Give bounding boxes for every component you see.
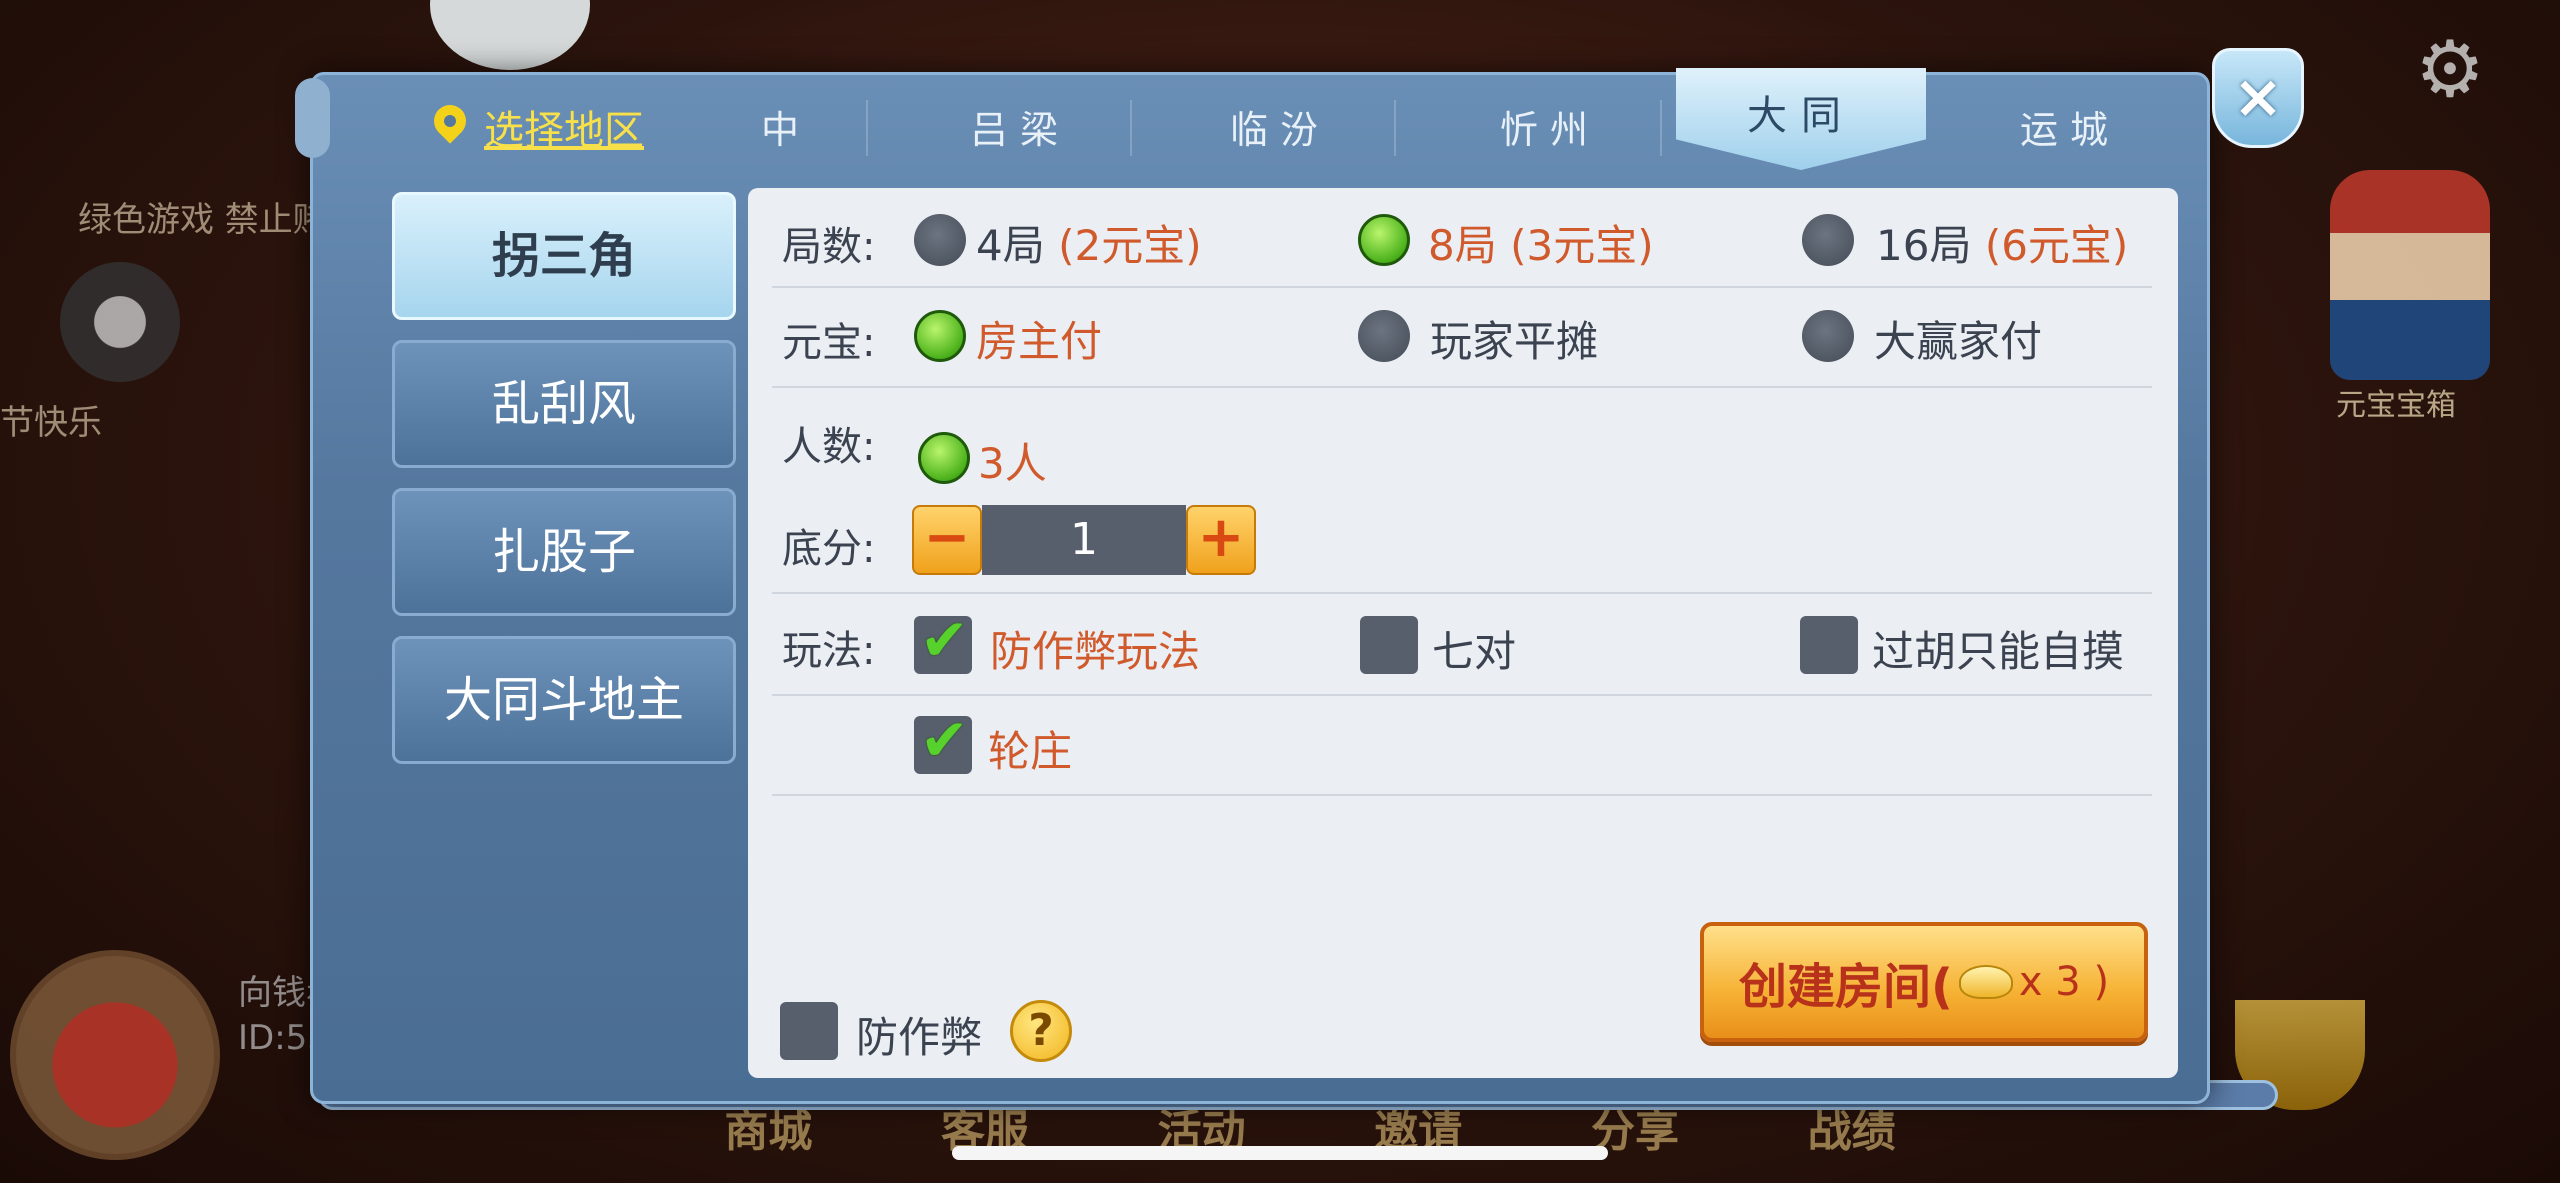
payment-option-host[interactable]: 房主付: [976, 308, 1102, 369]
region-select[interactable]: 选择地区: [430, 98, 644, 156]
tab-region-zhong[interactable]: 中: [750, 100, 810, 160]
divider: [772, 386, 2152, 388]
base-score-label: 底分:: [782, 526, 876, 572]
play-label: 玩法:: [782, 628, 876, 674]
game-item-guaisanjiao[interactable]: 拐三角: [392, 192, 736, 320]
mascot-image: [2330, 170, 2490, 380]
increase-button[interactable]: +: [1186, 505, 1256, 575]
rounds-option-16-text: 16局: [1876, 221, 1972, 270]
rounds-option-8-text: 8局: [1428, 221, 1497, 270]
stamp-icon: [60, 262, 180, 382]
payment-radio-winner[interactable]: [1802, 310, 1854, 362]
gear-icon[interactable]: ⚙: [2410, 30, 2490, 110]
home-indicator[interactable]: [952, 1146, 1608, 1160]
green-game-notice: 绿色游戏 禁止赌: [78, 200, 327, 240]
create-room-cost: x 3 ): [2018, 959, 2110, 1005]
rounds-option-16[interactable]: 16局 (6元宝): [1876, 212, 2128, 273]
rounds-option-8[interactable]: 8局 (3元宝): [1428, 212, 1654, 273]
rounds-label: 局数:: [782, 224, 876, 270]
treasure-box-label[interactable]: 元宝宝箱: [2336, 380, 2456, 424]
game-item-datong-doudizhu[interactable]: 大同斗地主: [392, 636, 736, 764]
players-option-3[interactable]: 3人: [978, 430, 1047, 491]
moon-decoration: [430, 0, 590, 70]
payment-option-split[interactable]: 玩家平摊: [1430, 308, 1598, 369]
base-score-value: 1: [982, 505, 1186, 575]
play-option-self-draw-only[interactable]: 过胡只能自摸: [1872, 618, 2124, 679]
checkmark-icon: ✔: [920, 606, 969, 674]
game-lobby-scene: 绿色游戏 禁止赌 节快乐 向钱看 ID:535 ⚙ 元宝宝箱 商城 客服 活动 …: [0, 0, 2560, 1183]
location-pin-icon: [430, 103, 470, 151]
rounds-option-4-text: 4局: [976, 221, 1045, 270]
close-button[interactable]: ×: [2212, 48, 2304, 148]
divider: [772, 286, 2152, 288]
rounds-option-16-cost: (6元宝): [1984, 221, 2129, 270]
play-option-anti-cheat[interactable]: 防作弊玩法: [990, 618, 1200, 679]
divider: [772, 694, 2152, 696]
checkbox-rotate-dealer[interactable]: ✔: [914, 710, 972, 774]
create-room-button[interactable]: 创建房间( x 3 ): [1700, 922, 2148, 1042]
game-item-zhaguzi[interactable]: 扎股子: [392, 488, 736, 616]
divider: [772, 794, 2152, 796]
rounds-option-4-cost: (2元宝): [1058, 221, 1202, 270]
gold-ingot-icon: [1958, 965, 2013, 999]
play-option-rotate-dealer[interactable]: 轮庄: [988, 718, 1072, 779]
rounds-option-4[interactable]: 4局 (2元宝): [976, 212, 1202, 273]
checkbox-anti-cheat-play[interactable]: ✔: [914, 610, 972, 674]
players-label: 人数:: [782, 424, 876, 470]
create-room-label: 创建房间(: [1738, 959, 1953, 1015]
rounds-radio-16[interactable]: [1802, 214, 1854, 266]
game-item-luanguafeng[interactable]: 乱刮风: [392, 340, 736, 468]
rounds-radio-8[interactable]: [1358, 214, 1410, 266]
tab-region-linfen[interactable]: 临汾: [1180, 100, 1380, 160]
checkbox-self-draw-only[interactable]: [1800, 616, 1858, 674]
rounds-option-8-cost: (3元宝): [1510, 221, 1654, 270]
play-option-seven-pairs[interactable]: 七对: [1432, 618, 1516, 679]
payment-label: 元宝:: [782, 320, 876, 366]
tab-divider: [866, 100, 868, 156]
festival-banner-text: 节快乐: [0, 403, 102, 443]
anti-cheat-label[interactable]: 防作弊: [856, 1004, 982, 1065]
checkbox-anti-cheat[interactable]: [780, 1002, 838, 1060]
decrease-button[interactable]: −: [912, 505, 982, 575]
tab-divider: [1660, 100, 1662, 156]
checkbox-seven-pairs[interactable]: [1360, 616, 1418, 674]
tab-region-xinzhou[interactable]: 忻州: [1450, 100, 1650, 160]
tab-region-yuncheng[interactable]: 运城: [1970, 100, 2170, 160]
rounds-radio-4[interactable]: [914, 214, 966, 266]
payment-option-winner[interactable]: 大赢家付: [1874, 308, 2042, 369]
payment-radio-split[interactable]: [1358, 310, 1410, 362]
payment-radio-host[interactable]: [914, 310, 966, 362]
help-icon[interactable]: ?: [1010, 1000, 1072, 1062]
dialog-rail-decoration: [295, 78, 330, 158]
divider: [772, 592, 2152, 594]
checkmark-icon: ✔: [920, 706, 969, 774]
tab-region-lvliang[interactable]: 吕梁: [920, 100, 1120, 160]
region-select-label[interactable]: 选择地区: [484, 98, 644, 156]
tab-divider: [1130, 100, 1132, 156]
players-radio-3[interactable]: [918, 432, 970, 484]
tab-divider: [1394, 100, 1396, 156]
